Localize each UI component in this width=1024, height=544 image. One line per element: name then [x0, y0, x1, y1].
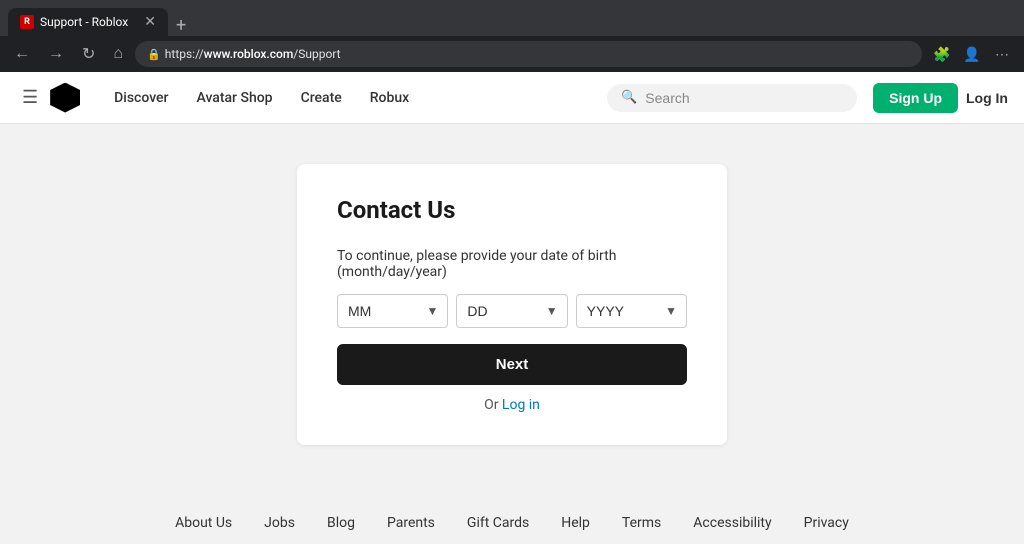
search-icon: 🔍: [621, 90, 637, 105]
main-content: Contact Us To continue, please provide y…: [0, 124, 1024, 485]
url-prefix: https://: [165, 47, 204, 61]
day-select[interactable]: DD 0102030405 0607080910: [456, 294, 567, 328]
nav-avatar-shop[interactable]: Avatar Shop: [183, 90, 287, 106]
nav-links: Discover Avatar Shop Create Robux: [100, 90, 607, 106]
footer-parents[interactable]: Parents: [387, 515, 435, 531]
or-login-text: Or Log in: [337, 397, 687, 413]
or-text: Or: [484, 397, 502, 413]
nav-actions: Sign Up Log In: [873, 83, 1008, 113]
forward-button[interactable]: →: [42, 41, 70, 67]
active-tab[interactable]: R Support - Roblox ✕: [8, 8, 168, 36]
year-select-wrapper: YYYY 20242023201020001990 ▼: [576, 294, 687, 328]
footer-jobs[interactable]: Jobs: [264, 515, 295, 531]
footer-help[interactable]: Help: [561, 515, 590, 531]
address-bar: ← → ↻ ⌂ 🔒 https://www.roblox.com/Support…: [0, 36, 1024, 72]
footer-accessibility[interactable]: Accessibility: [693, 515, 771, 531]
nav-discover[interactable]: Discover: [100, 90, 182, 106]
tab-close-icon[interactable]: ✕: [144, 14, 156, 30]
next-button[interactable]: Next: [337, 344, 687, 385]
nav-robux[interactable]: Robux: [356, 90, 423, 106]
footer: About Us Jobs Blog Parents Gift Cards He…: [0, 485, 1024, 544]
reload-button[interactable]: ↻: [76, 40, 101, 68]
footer-links: About Us Jobs Blog Parents Gift Cards He…: [175, 515, 849, 531]
footer-about-us[interactable]: About Us: [175, 515, 232, 531]
lock-icon: 🔒: [147, 48, 161, 61]
login-button[interactable]: Log In: [966, 90, 1008, 106]
search-input[interactable]: [645, 90, 843, 106]
hamburger-menu-icon[interactable]: ☰: [16, 81, 44, 114]
browser-chrome: R Support - Roblox ✕ + ← → ↻ ⌂ 🔒 https:/…: [0, 0, 1024, 72]
dob-label: To continue, please provide your date of…: [337, 248, 687, 280]
footer-blog[interactable]: Blog: [327, 515, 355, 531]
login-link[interactable]: Log in: [502, 397, 540, 413]
extensions-icon[interactable]: 🧩: [928, 40, 956, 68]
footer-privacy[interactable]: Privacy: [804, 515, 849, 531]
signup-button[interactable]: Sign Up: [873, 83, 958, 113]
back-button[interactable]: ←: [8, 41, 36, 67]
footer-gift-cards[interactable]: Gift Cards: [467, 515, 529, 531]
search-box[interactable]: 🔍: [607, 84, 857, 112]
year-select[interactable]: YYYY 20242023201020001990: [576, 294, 687, 328]
month-select-wrapper: MM 010203 040506 070809 101112 ▼: [337, 294, 448, 328]
site-nav: ☰ Discover Avatar Shop Create Robux 🔍 Si…: [0, 72, 1024, 124]
day-select-wrapper: DD 0102030405 0607080910 ▼: [456, 294, 567, 328]
footer-terms[interactable]: Terms: [622, 515, 661, 531]
url-domain: www.roblox.com: [204, 47, 294, 61]
url-path: /Support: [293, 47, 340, 61]
new-tab-button[interactable]: +: [172, 15, 190, 36]
contact-card: Contact Us To continue, please provide y…: [297, 164, 727, 445]
contact-title: Contact Us: [337, 196, 687, 224]
nav-create[interactable]: Create: [287, 90, 356, 106]
home-button[interactable]: ⌂: [107, 41, 129, 67]
toolbar-icons: 🧩 👤 ⋯: [928, 40, 1016, 68]
month-select[interactable]: MM 010203 040506 070809 101112: [337, 294, 448, 328]
roblox-logo[interactable]: [50, 83, 80, 113]
tab-favicon: R: [20, 15, 34, 29]
url-bar[interactable]: 🔒 https://www.roblox.com/Support: [135, 41, 922, 67]
more-options-icon[interactable]: ⋯: [988, 40, 1016, 68]
profile-icon[interactable]: 👤: [958, 40, 986, 68]
tab-bar: R Support - Roblox ✕ +: [0, 0, 1024, 36]
dob-selects: MM 010203 040506 070809 101112 ▼ DD 0102…: [337, 294, 687, 328]
tab-label: Support - Roblox: [40, 15, 138, 29]
page-wrapper: ☰ Discover Avatar Shop Create Robux 🔍 Si…: [0, 72, 1024, 544]
